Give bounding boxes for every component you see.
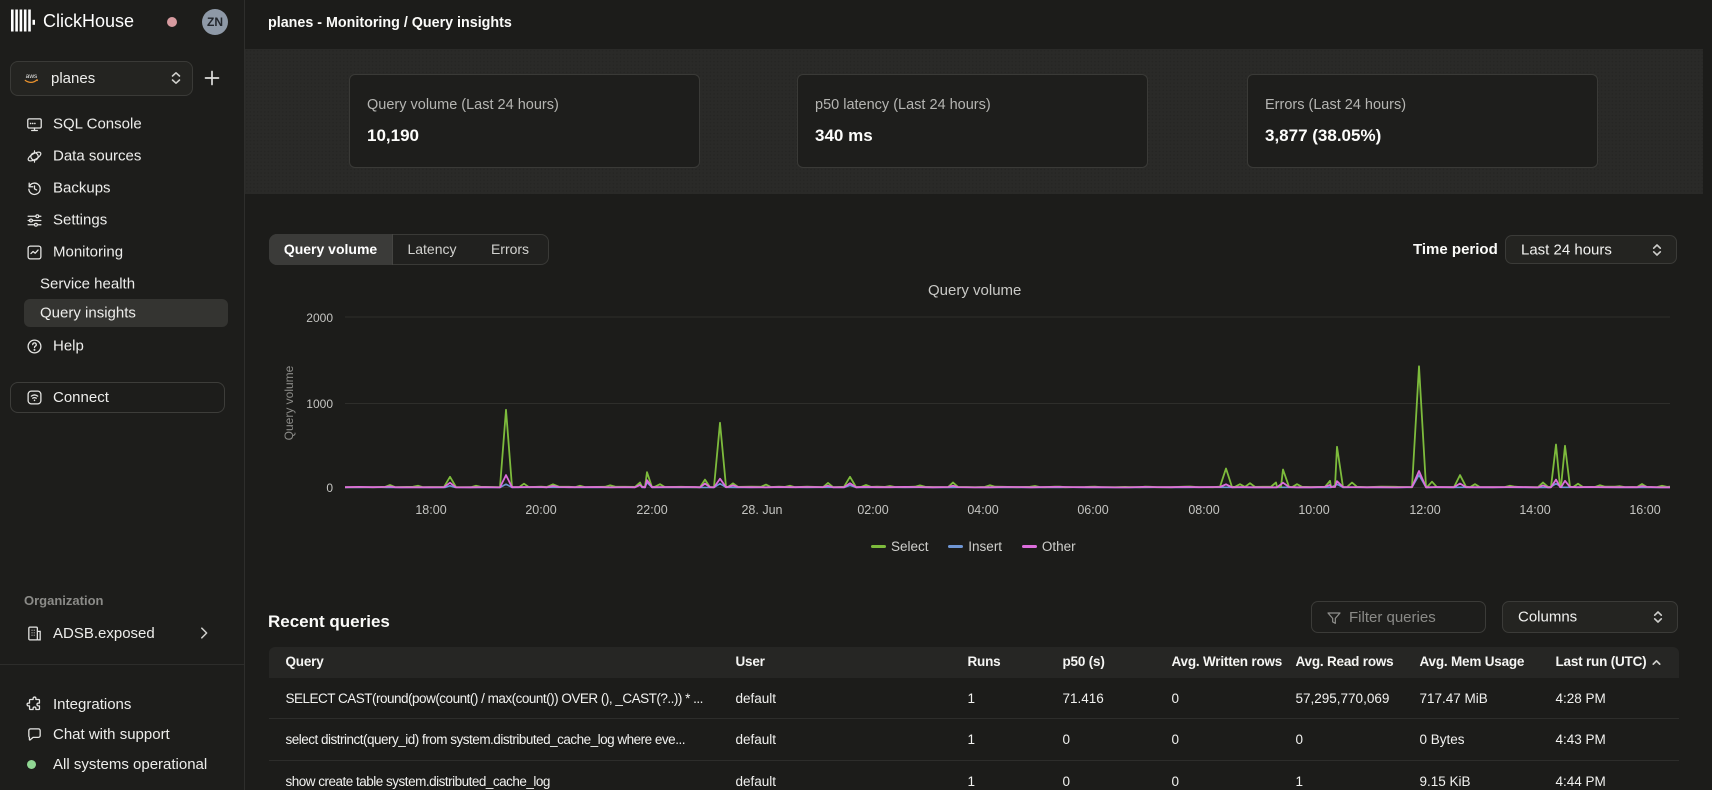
svg-text:aws: aws <box>26 73 38 80</box>
